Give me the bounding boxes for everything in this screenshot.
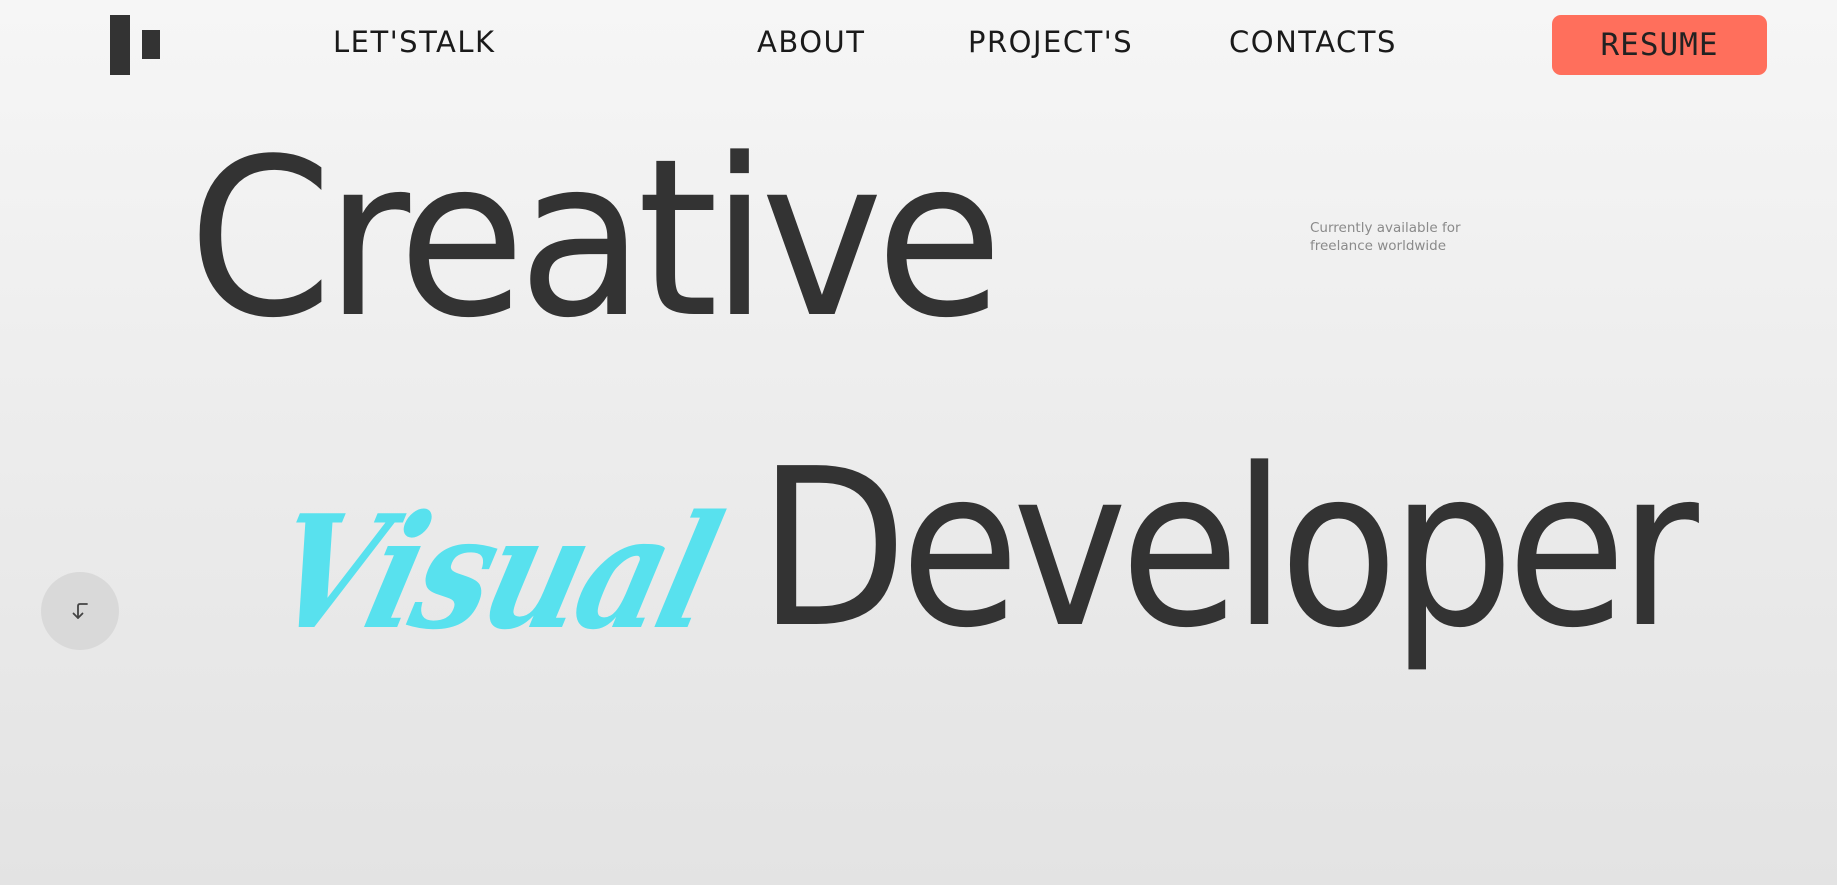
availability-note: Currently available for freelance worldw…: [1310, 220, 1461, 254]
site-header: LET'STALK ABOUT PROJECT'S CONTACTS RESUM…: [0, 0, 1837, 84]
arrow-down-left-icon: [72, 603, 88, 619]
scroll-down-button[interactable]: [41, 572, 119, 650]
brand-logo-icon[interactable]: [110, 15, 162, 75]
nav-link-contacts[interactable]: CONTACTS: [1229, 24, 1397, 60]
nav-link-about[interactable]: ABOUT: [757, 24, 866, 60]
nav-link-projects[interactable]: PROJECT'S: [968, 24, 1133, 60]
resume-button[interactable]: RESUME: [1552, 15, 1767, 75]
nav-link-letstalk[interactable]: LET'STALK: [333, 24, 496, 60]
logo-bar-tall: [110, 15, 130, 75]
logo-bar-short: [142, 30, 160, 59]
hero-title-creative: Creative: [188, 113, 1003, 366]
hero-accent-visual: Visual: [253, 481, 732, 664]
hero-title-developer: Developer: [758, 423, 1699, 676]
